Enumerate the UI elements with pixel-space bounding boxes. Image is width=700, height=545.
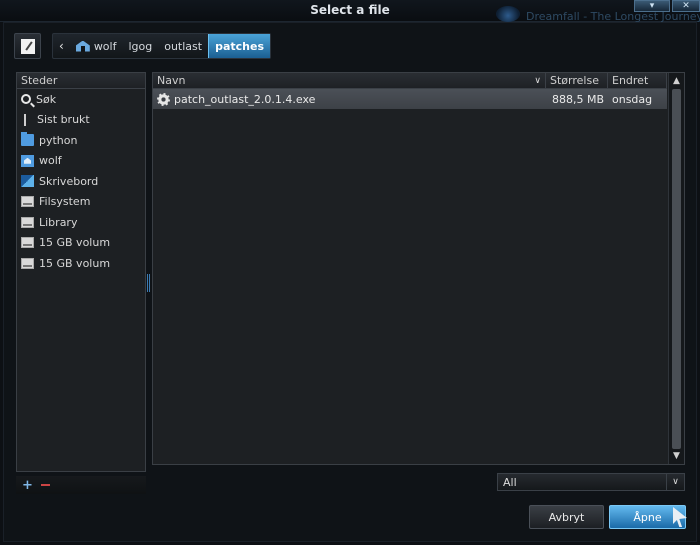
remove-bookmark-button[interactable]: [40, 484, 50, 486]
sidebar-item-filesystem[interactable]: Filsystem: [17, 192, 145, 213]
sidebar-item-python[interactable]: python: [17, 130, 145, 151]
sidebar-item-wolf[interactable]: wolf: [17, 151, 145, 172]
recent-icon: [24, 113, 32, 126]
crumb-wolf[interactable]: wolf: [70, 34, 123, 58]
file-name-cell: patch_outlast_2.0.1.4.exe: [153, 92, 546, 106]
sidebar-item-library[interactable]: Library: [17, 212, 145, 233]
close-icon[interactable]: ✕: [672, 0, 700, 12]
sidebar-item-volume-1[interactable]: 15 GB volum: [17, 233, 145, 254]
home-icon: [75, 40, 90, 52]
places-header[interactable]: Steder: [17, 73, 145, 89]
cancel-button[interactable]: Avbryt: [529, 505, 604, 529]
sidebar-item-volume-2[interactable]: 15 GB volum: [17, 253, 145, 274]
column-header-name[interactable]: Navn ∨: [153, 73, 546, 89]
column-header-modified[interactable]: Endret: [608, 73, 667, 89]
drive-icon: [21, 216, 34, 228]
drive-icon: [21, 237, 34, 249]
edit-path-icon: [20, 38, 35, 54]
chevron-down-icon: ∨: [534, 76, 541, 86]
add-bookmark-button[interactable]: +: [22, 478, 33, 493]
chevron-down-icon: ∨: [666, 474, 684, 490]
crumb-patches[interactable]: patches: [208, 34, 271, 58]
breadcrumb: ‹ wolf lgog outlast patches: [52, 33, 272, 59]
file-list-header: Navn ∨ Størrelse Endret: [153, 73, 684, 89]
sidebar-item-recent[interactable]: Sist brukt: [17, 110, 145, 131]
table-row[interactable]: patch_outlast_2.0.1.4.exe 888,5 MB onsda…: [153, 89, 667, 109]
file-modified-cell: onsdag: [612, 92, 653, 106]
drive-icon: [21, 257, 34, 269]
chevron-left-icon[interactable]: ‹: [53, 34, 70, 58]
crumb-outlast[interactable]: outlast: [158, 34, 208, 58]
file-list: Navn ∨ Størrelse Endret patch_outlast_2.…: [152, 72, 685, 465]
scrollbar-thumb[interactable]: [672, 89, 681, 449]
executable-gear-icon: [157, 92, 170, 106]
places-toolbar: +: [16, 476, 146, 494]
folder-icon: [21, 132, 34, 147]
file-list-scrollbar[interactable]: ▲ ▼: [668, 73, 684, 464]
drive-icon: [21, 196, 34, 208]
search-icon: [21, 94, 31, 105]
places-sidebar: Steder Søk Sist brukt python wolf Skrive…: [16, 72, 146, 472]
type-location-button[interactable]: [14, 33, 41, 59]
column-header-size[interactable]: Størrelse: [546, 73, 608, 89]
pane-splitter-handle[interactable]: [147, 274, 150, 292]
sidebar-item-desktop[interactable]: Skrivebord: [17, 171, 145, 192]
desktop-icon: [21, 175, 34, 188]
file-size-cell: 888,5 MB: [551, 92, 604, 106]
file-filter-select[interactable]: All ∨: [497, 473, 685, 491]
sidebar-item-search[interactable]: Søk: [17, 89, 145, 110]
file-filter-value: All: [503, 476, 517, 489]
scroll-up-icon[interactable]: ▲: [669, 73, 684, 89]
home-folder-icon: [21, 154, 34, 167]
dialog-title: Select a file: [310, 3, 390, 17]
minimize-icon[interactable]: ▾: [634, 0, 670, 12]
title-bar: Dreamfall - The Longest Journey Select a…: [0, 0, 700, 23]
scroll-down-icon[interactable]: ▼: [669, 448, 684, 464]
crumb-lgog[interactable]: lgog: [122, 34, 158, 58]
